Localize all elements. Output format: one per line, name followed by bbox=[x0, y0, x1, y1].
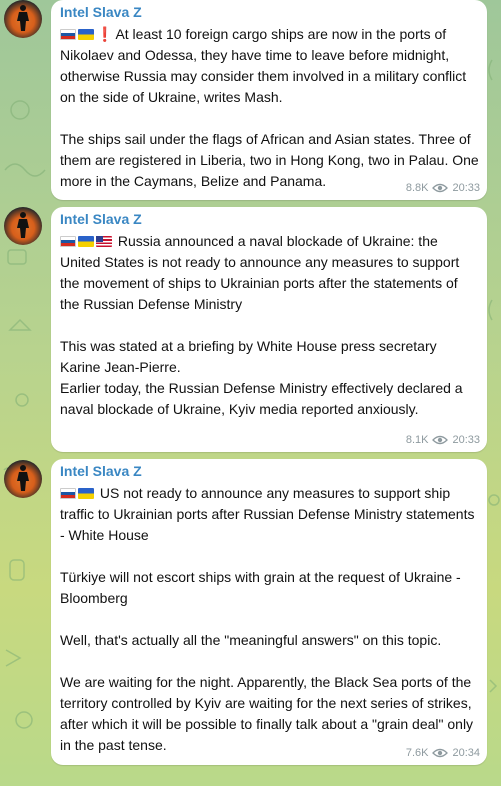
sender-name[interactable]: Intel Slava Z bbox=[60, 4, 142, 20]
message-bubble[interactable]: Intel Slava Z Russia announced a naval b… bbox=[51, 207, 487, 452]
russia-flag-icon bbox=[60, 29, 76, 40]
message-text: Russia announced a naval blockade of Ukr… bbox=[60, 231, 480, 420]
message-meta: 8.1K 20:33 bbox=[406, 434, 480, 446]
soldier-silhouette-icon bbox=[17, 465, 29, 491]
channel-avatar[interactable] bbox=[4, 0, 42, 38]
message-meta: 7.6K 20:34 bbox=[406, 747, 480, 759]
russia-flag-icon bbox=[60, 236, 76, 247]
channel-avatar[interactable] bbox=[4, 207, 42, 245]
message-time: 20:33 bbox=[452, 434, 480, 446]
view-count: 8.8K bbox=[405, 182, 429, 194]
view-count: 8.1K bbox=[405, 434, 429, 446]
usa-flag-icon bbox=[96, 236, 112, 247]
message-bubble[interactable]: Intel Slava Z US not ready to announce a… bbox=[51, 459, 487, 765]
message-time: 20:33 bbox=[452, 182, 480, 194]
message-time: 20:34 bbox=[452, 747, 480, 759]
eye-icon bbox=[432, 435, 449, 445]
soldier-silhouette-icon bbox=[17, 5, 29, 31]
message-text: US not ready to announce any measures to… bbox=[60, 483, 480, 756]
soldier-silhouette-icon bbox=[17, 212, 29, 238]
ukraine-flag-icon bbox=[78, 236, 94, 247]
channel-avatar[interactable] bbox=[4, 460, 42, 498]
message-bubble[interactable]: Intel Slava Z ❗ At least 10 foreign cargo… bbox=[51, 0, 487, 200]
message-body: Russia announced a naval blockade of Ukr… bbox=[60, 233, 463, 417]
message-meta: 8.8K 20:33 bbox=[406, 182, 480, 194]
eye-icon bbox=[432, 183, 449, 193]
message-body: US not ready to announce any measures to… bbox=[60, 485, 475, 753]
ukraine-flag-icon bbox=[78, 488, 94, 499]
ukraine-flag-icon bbox=[78, 29, 94, 40]
russia-flag-icon bbox=[60, 488, 76, 499]
view-count: 7.6K bbox=[405, 747, 429, 759]
sender-name[interactable]: Intel Slava Z bbox=[60, 211, 142, 227]
eye-icon bbox=[432, 748, 449, 758]
exclamation-icon: ❗ bbox=[96, 26, 114, 42]
message-body: At least 10 foreign cargo ships are now … bbox=[60, 26, 479, 189]
sender-name[interactable]: Intel Slava Z bbox=[60, 463, 142, 479]
message-text: ❗ At least 10 foreign cargo ships are now… bbox=[60, 24, 480, 192]
